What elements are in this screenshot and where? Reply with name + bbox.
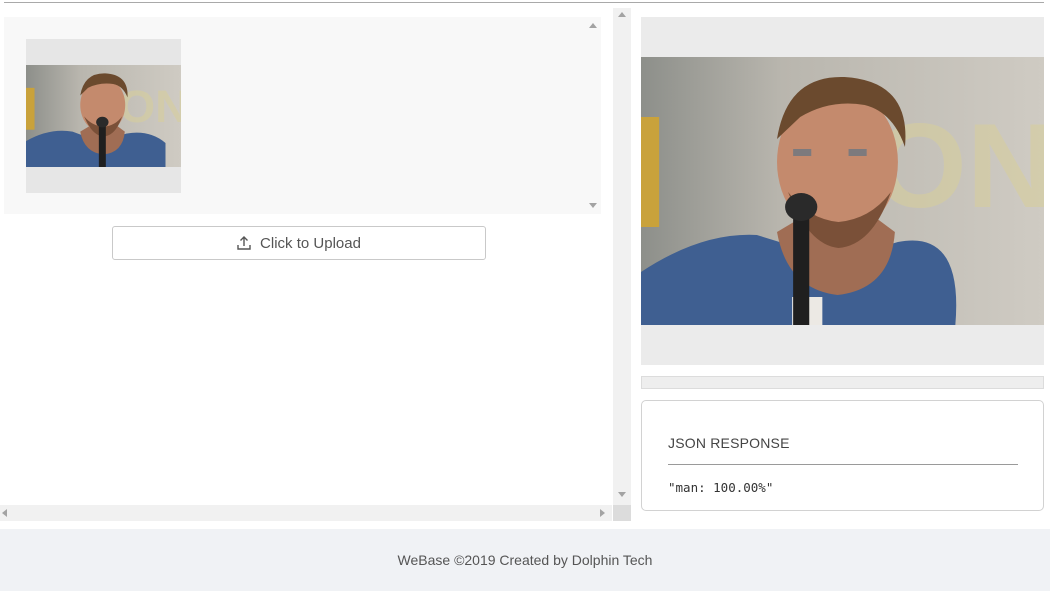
json-response-title: JSON RESPONSE bbox=[668, 435, 790, 451]
gallery-scrollbar[interactable] bbox=[584, 17, 601, 214]
main-vertical-scrollbar[interactable] bbox=[613, 8, 631, 521]
image-preview: ON bbox=[641, 17, 1044, 365]
preview-photo: ON bbox=[641, 57, 1044, 325]
uploaded-thumbnail[interactable]: ON bbox=[26, 39, 181, 193]
app-page: ON Click bbox=[0, 0, 1050, 591]
page-footer: WeBase ©2019 Created by Dolphin Tech bbox=[0, 529, 1050, 591]
json-response-body: "man: 100.00%" bbox=[668, 480, 774, 495]
progress-bar bbox=[641, 376, 1044, 389]
uploaded-images-gallery: ON bbox=[4, 17, 584, 214]
top-divider bbox=[4, 2, 1044, 3]
upload-button-label: Click to Upload bbox=[260, 234, 361, 252]
scroll-right-arrow-icon[interactable] bbox=[600, 509, 605, 517]
svg-text:ON: ON bbox=[119, 80, 181, 132]
footer-text: WeBase ©2019 Created by Dolphin Tech bbox=[397, 552, 653, 568]
upload-icon bbox=[237, 236, 251, 250]
json-response-card: JSON RESPONSE "man: 100.00%" bbox=[641, 400, 1044, 511]
scroll-down-arrow-icon[interactable] bbox=[618, 492, 626, 497]
click-to-upload-button[interactable]: Click to Upload bbox=[112, 226, 486, 260]
scroll-left-arrow-icon[interactable] bbox=[2, 509, 7, 517]
scroll-up-arrow-icon[interactable] bbox=[618, 12, 626, 17]
scroll-up-arrow-icon[interactable] bbox=[589, 23, 597, 28]
thumbnail-photo: ON bbox=[26, 65, 181, 167]
scroll-down-arrow-icon[interactable] bbox=[589, 203, 597, 208]
json-divider bbox=[668, 464, 1018, 465]
scrollbar-corner bbox=[613, 505, 631, 521]
horizontal-scrollbar[interactable] bbox=[0, 505, 612, 521]
upload-panel: ON Click bbox=[0, 8, 612, 521]
